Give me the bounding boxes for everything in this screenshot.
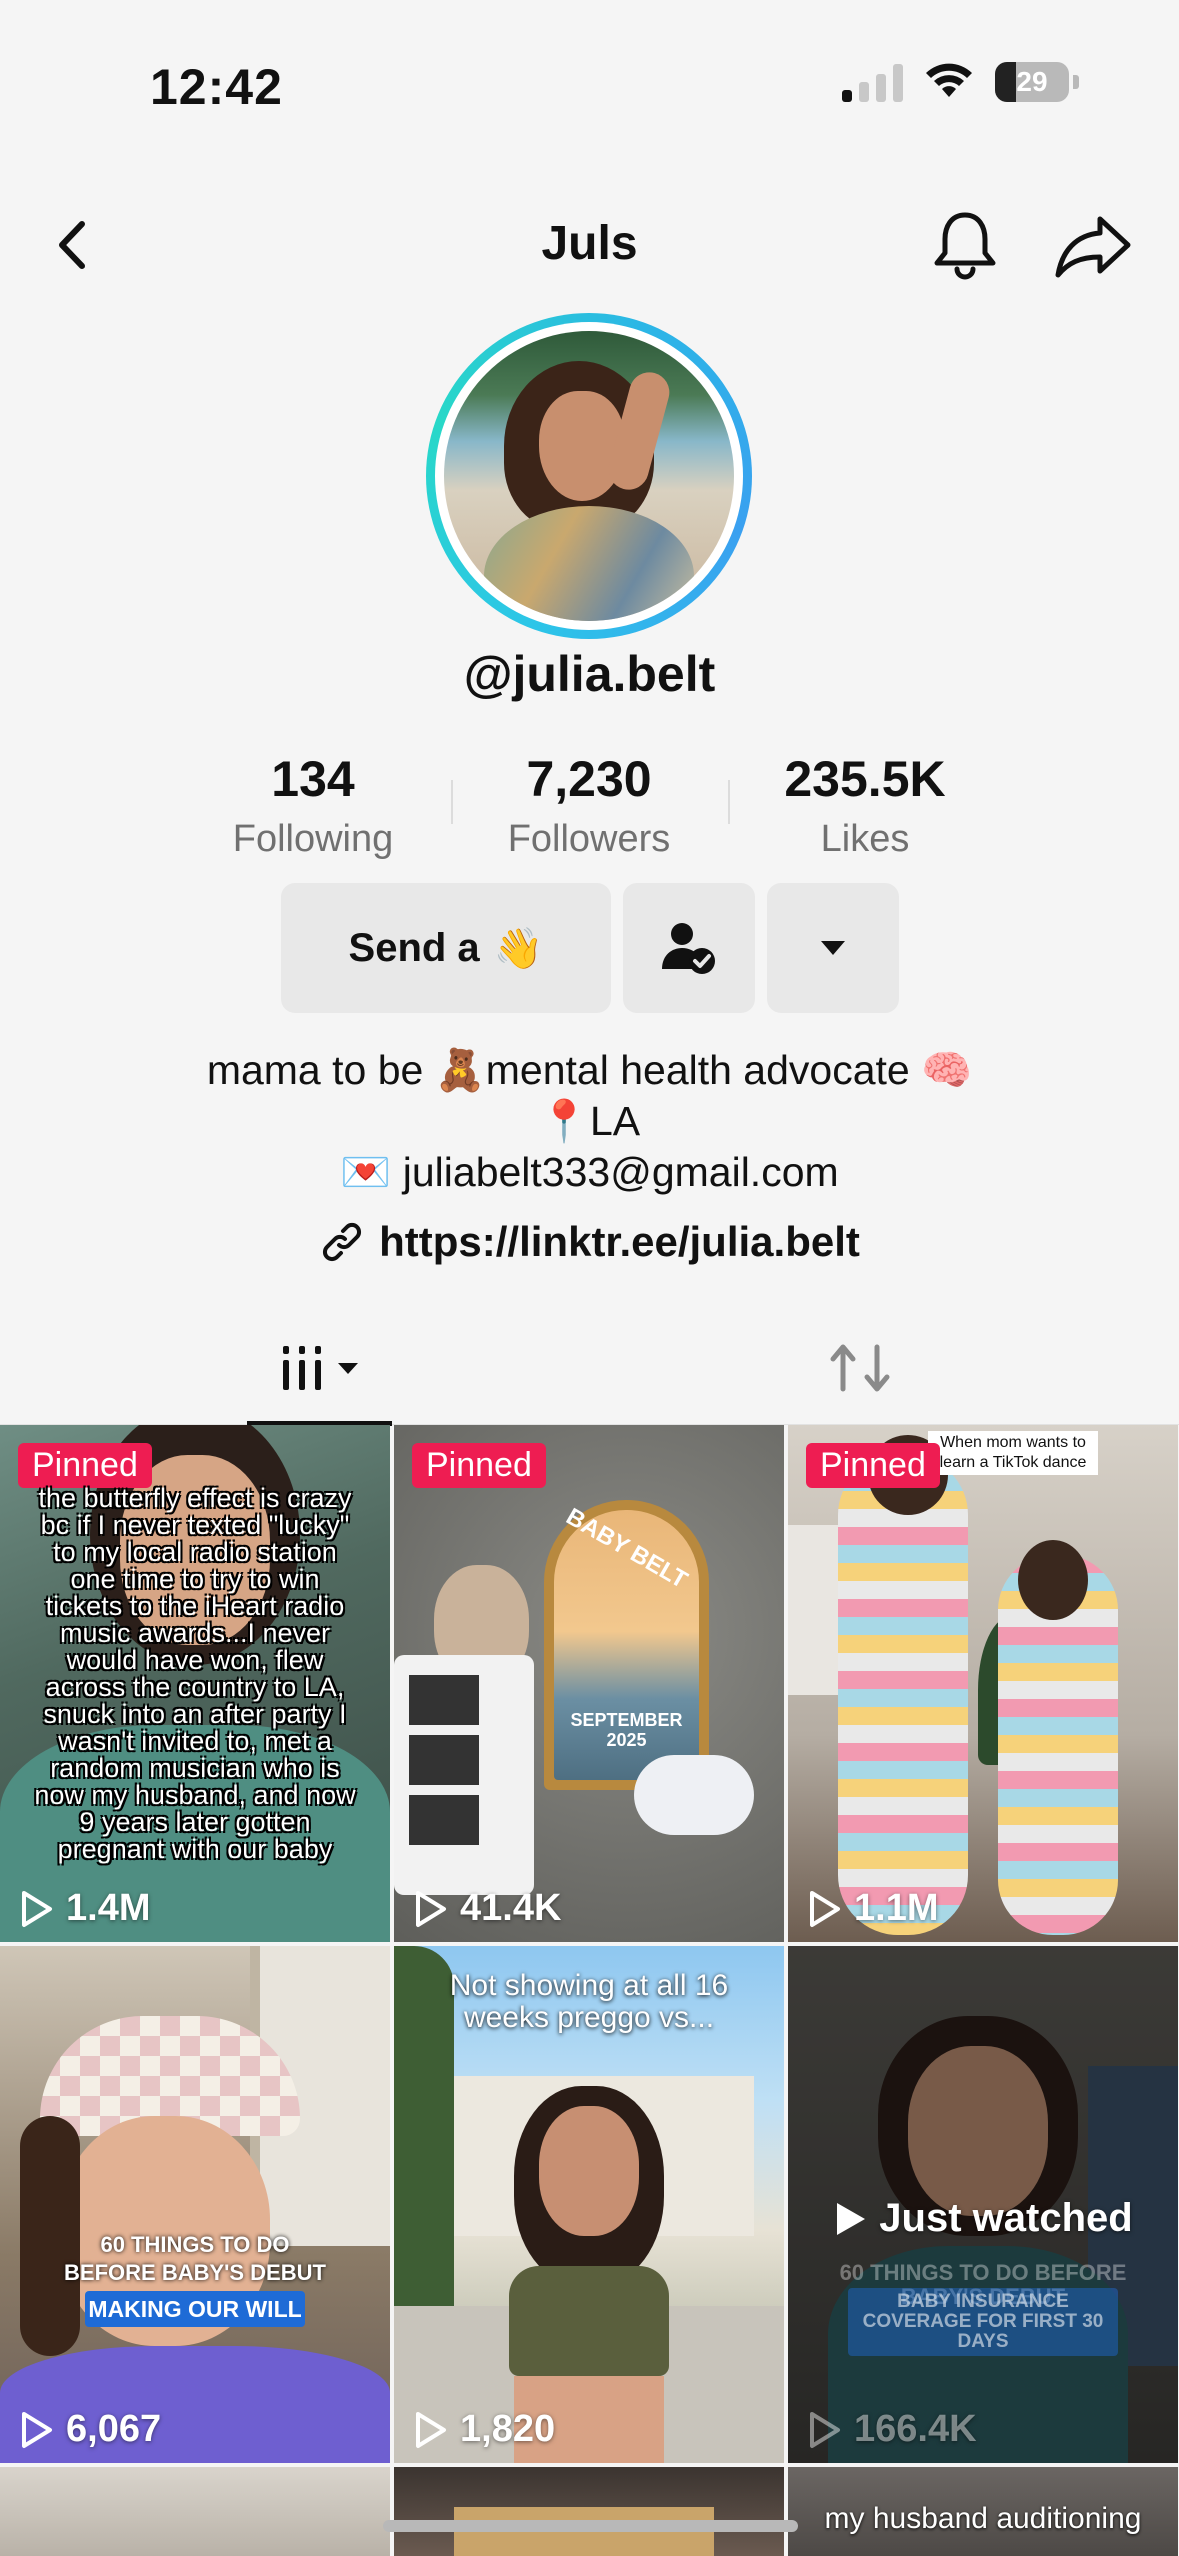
- video-caption: When mom wants to learn a TikTok dance: [928, 1431, 1098, 1475]
- pinned-badge: Pinned: [412, 1443, 546, 1488]
- video-caption: my husband auditioning: [824, 2502, 1142, 2535]
- content-tabs: [0, 1310, 1179, 1426]
- play-icon: [22, 1890, 52, 1927]
- videos-grid-icon: [282, 1345, 321, 1390]
- view-count-value: 166.4K: [854, 2408, 977, 2450]
- video-tile[interactable]: When mom wants to learn a TikTok dance P…: [788, 1425, 1178, 1942]
- following-button[interactable]: [623, 883, 755, 1013]
- video-caption: Not showing at all 16 weeks preggo vs...: [449, 1969, 729, 2034]
- stat-value: 134: [271, 751, 355, 807]
- status-bar: 12:42 29: [0, 0, 1179, 170]
- view-count: 1,820: [412, 2408, 555, 2451]
- view-count: 41.4K: [412, 1887, 561, 1930]
- link-icon: [323, 1222, 362, 1262]
- view-count-value: 41.4K: [460, 1887, 562, 1929]
- video-tile[interactable]: [0, 2467, 390, 2556]
- share-icon[interactable]: [1050, 205, 1136, 285]
- home-indicator[interactable]: [383, 2520, 798, 2532]
- video-caption: the butterfly effect is crazy bc if I ne…: [34, 1483, 356, 1864]
- repost-icon: [830, 1344, 890, 1391]
- video-tile[interactable]: 60 THINGS TO DO BEFORE BABY'S DEBUT MAKI…: [0, 1946, 390, 2463]
- view-count: 166.4K: [806, 2408, 977, 2451]
- tab-reposts[interactable]: [820, 1310, 900, 1425]
- profile-stats: 134 Following 7,230 Followers 235.5K Lik…: [0, 750, 1179, 860]
- stat-divider: [728, 780, 730, 824]
- stat-value: 7,230: [526, 751, 652, 807]
- play-icon: [22, 2411, 52, 2448]
- avatar: [444, 331, 734, 621]
- link-text: https://linktr.ee/julia.belt: [379, 1218, 860, 1265]
- bio-link[interactable]: https://linktr.ee/julia.belt: [0, 1218, 1179, 1266]
- status-icons: 29: [842, 62, 1079, 102]
- bio-line: 💌 juliabelt333@gmail.com: [340, 1149, 839, 1195]
- play-icon: [416, 1890, 446, 1927]
- sign-text: SEPTEMBER 2025: [570, 1710, 683, 1750]
- nav-bar: Juls: [0, 190, 1179, 300]
- video-tag: MAKING OUR WILL: [85, 2291, 305, 2327]
- video-tag: BABY INSURANCE COVERAGE FOR FIRST 30 DAY…: [848, 2288, 1118, 2356]
- just-watched-label: Just watched: [788, 2196, 1178, 2241]
- send-label: Send a: [348, 925, 480, 970]
- battery-percent: 29: [1016, 66, 1048, 97]
- view-count-value: 6,067: [66, 2408, 162, 2450]
- send-wave-button[interactable]: Send a 👋: [281, 883, 611, 1013]
- stat-label: Likes: [820, 818, 910, 860]
- view-count: 1.4M: [18, 1887, 150, 1930]
- battery-tip: [1073, 75, 1079, 89]
- video-tile[interactable]: Not showing at all 16 weeks preggo vs...…: [394, 1946, 784, 2463]
- pinned-badge: Pinned: [806, 1443, 940, 1488]
- video-tile[interactable]: [394, 2467, 784, 2556]
- play-icon: [837, 2202, 866, 2235]
- stat-divider: [451, 780, 453, 824]
- view-count-value: 1.1M: [854, 1887, 939, 1929]
- cellular-signal-icon: [842, 62, 903, 102]
- bio-line: 📍LA: [538, 1098, 641, 1144]
- username: @julia.belt: [463, 646, 716, 702]
- view-count: 6,067: [18, 2408, 161, 2451]
- play-icon: [810, 2411, 840, 2448]
- play-icon: [416, 2411, 446, 2448]
- view-count-value: 1,820: [460, 2408, 556, 2450]
- video-tile[interactable]: my husband auditioning: [788, 2467, 1178, 2556]
- just-watched-text: Just watched: [879, 2196, 1133, 2240]
- stat-followers[interactable]: 7,230 Followers: [469, 750, 709, 861]
- view-count-value: 1.4M: [66, 1887, 151, 1929]
- pinned-badge: Pinned: [18, 1443, 152, 1488]
- tab-videos[interactable]: [247, 1310, 392, 1425]
- status-time: 12:42: [150, 59, 283, 115]
- battery-icon: 29: [995, 62, 1069, 102]
- stat-label: Followers: [507, 818, 671, 860]
- avatar-ring[interactable]: [426, 313, 752, 639]
- stat-value: 235.5K: [784, 751, 946, 807]
- stat-likes[interactable]: 235.5K Likes: [745, 750, 985, 861]
- more-dropdown-button[interactable]: [767, 883, 899, 1013]
- view-count: 1.1M: [806, 1887, 938, 1930]
- user-check-icon: [662, 923, 715, 974]
- bell-icon[interactable]: [925, 205, 1005, 285]
- wifi-icon: [926, 63, 972, 97]
- bio: mama to be 🧸mental health advocate 🧠 📍LA…: [0, 1045, 1179, 1198]
- profile-actions: Send a 👋: [0, 883, 1179, 1013]
- video-tile[interactable]: 60 THINGS TO DO BEFORE BABY'S DEBUT BABY…: [788, 1946, 1178, 2463]
- video-tile[interactable]: BABY BELT SEPTEMBER 2025 Pinned 41.4K: [394, 1425, 784, 1942]
- stat-label: Following: [232, 818, 394, 860]
- play-icon: [810, 1890, 840, 1927]
- stat-following[interactable]: 134 Following: [193, 750, 433, 861]
- wave-emoji: 👋: [493, 926, 544, 971]
- caret-down-icon: [821, 941, 845, 955]
- caret-down-icon: [337, 1362, 358, 1374]
- bio-line: mama to be 🧸mental health advocate 🧠: [206, 1047, 973, 1093]
- video-overlay-text: 60 THINGS TO DO BEFORE BABY'S DEBUT: [64, 2232, 326, 2285]
- video-tile[interactable]: Pinned the butterfly effect is crazy bc …: [0, 1425, 390, 1942]
